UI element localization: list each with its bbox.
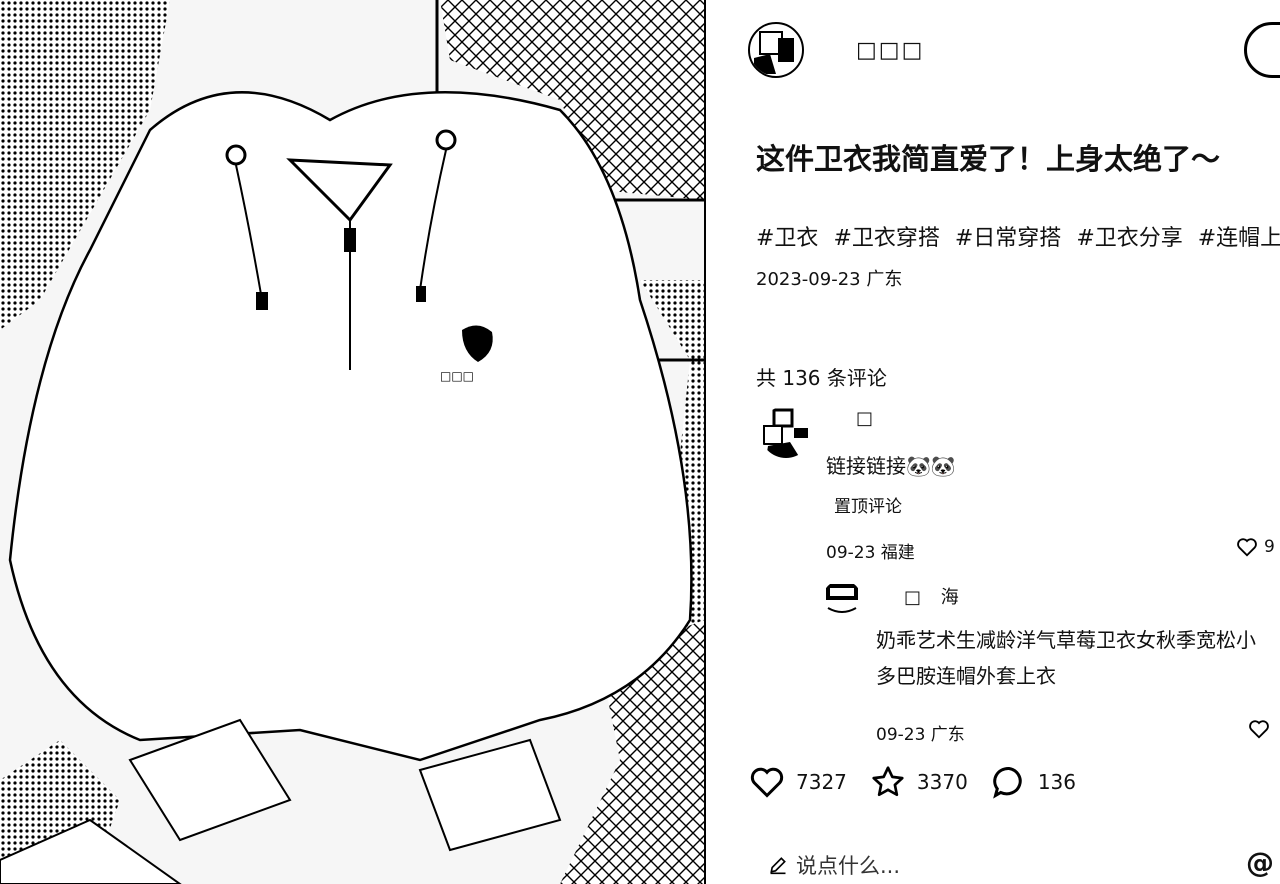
tag[interactable]: #卫衣分享 — [1076, 226, 1182, 251]
svg-text:□□□: □□□ — [440, 369, 474, 383]
comment-text-content: 链接链接 — [826, 454, 906, 478]
comment-input-placeholder: 说点什么... — [796, 854, 901, 878]
avatar-image — [754, 31, 794, 74]
reply-author-text: □ — [904, 587, 922, 608]
tag[interactable]: #连帽上衣 — [1198, 226, 1280, 251]
collect-count: 3370 — [916, 770, 968, 794]
tag[interactable]: #卫衣穿搭 — [833, 226, 939, 251]
pinned-badge: 置顶评论 — [834, 497, 902, 517]
chat-bubble-icon — [992, 767, 1022, 799]
comment-meta: 09-23 福建 — [826, 543, 915, 563]
reply-meta: 09-23 广东 — [876, 725, 965, 745]
comment-text: 链接链接🐼🐼 — [826, 448, 956, 484]
comment-like-count: 9 — [1264, 537, 1275, 557]
like-button[interactable]: 7327 — [748, 764, 847, 800]
commenter-avatar[interactable] — [760, 406, 812, 458]
reply-like-button[interactable] — [1248, 718, 1270, 740]
reply-text-line: 奶乖艺术生减龄洋气草莓卫衣女秋季宽松小 — [876, 628, 1256, 652]
reply-author-name[interactable]: □ 海 — [904, 583, 959, 609]
post-detail-panel: □□□ 这件卫衣我简直爱了！上身太绝了～ #卫衣 #卫衣穿搭 #日常穿搭 #卫衣… — [706, 0, 1280, 884]
tag[interactable]: #日常穿搭 — [955, 226, 1061, 251]
hoodie-photo: □□□ — [0, 0, 704, 884]
avatar-image — [763, 408, 808, 458]
heart-icon — [1249, 720, 1269, 739]
tag-list: #卫衣 #卫衣穿搭 #日常穿搭 #卫衣分享 #连帽上衣 — [756, 220, 1280, 252]
collect-button[interactable]: 3370 — [869, 764, 968, 800]
post-title: 这件卫衣我简直爱了！上身太绝了～ — [756, 142, 1221, 176]
pencil-icon — [770, 857, 786, 875]
comment-count: 共 136 条评论 — [756, 366, 887, 390]
action-bar: 7327 3370 136 — [748, 760, 1098, 804]
heart-icon — [1237, 538, 1257, 557]
like-count: 7327 — [796, 770, 847, 794]
avatar-image — [826, 584, 858, 613]
comment-button[interactable]: 136 — [990, 764, 1076, 800]
star-icon — [872, 766, 904, 797]
reply-text: 奶乖艺术生减龄洋气草莓卫衣女秋季宽松小 多巴胺连帽外套上衣 — [876, 622, 1256, 694]
at-icon[interactable]: @ — [1246, 846, 1274, 879]
reply-author-suffix: 海 — [940, 587, 959, 608]
post-image[interactable]: □□□ — [0, 0, 706, 884]
post-date-location: 2023-09-23 广东 — [756, 269, 903, 290]
panda-emoji: 🐼🐼 — [906, 454, 956, 478]
comment-like-button[interactable]: 9 — [1236, 536, 1275, 558]
comment-input[interactable]: 说点什么... — [768, 850, 1098, 880]
heart-icon — [750, 767, 784, 798]
follow-button[interactable] — [1244, 22, 1280, 78]
author-avatar[interactable] — [748, 22, 804, 78]
commenter-name[interactable]: □ — [856, 408, 873, 429]
comment-button-count: 136 — [1037, 770, 1076, 794]
reply-text-line: 多巴胺连帽外套上衣 — [876, 664, 1056, 688]
tag[interactable]: #卫衣 — [756, 226, 818, 251]
reply-avatar[interactable] — [822, 580, 862, 620]
author-name[interactable]: □□□ — [856, 38, 924, 63]
